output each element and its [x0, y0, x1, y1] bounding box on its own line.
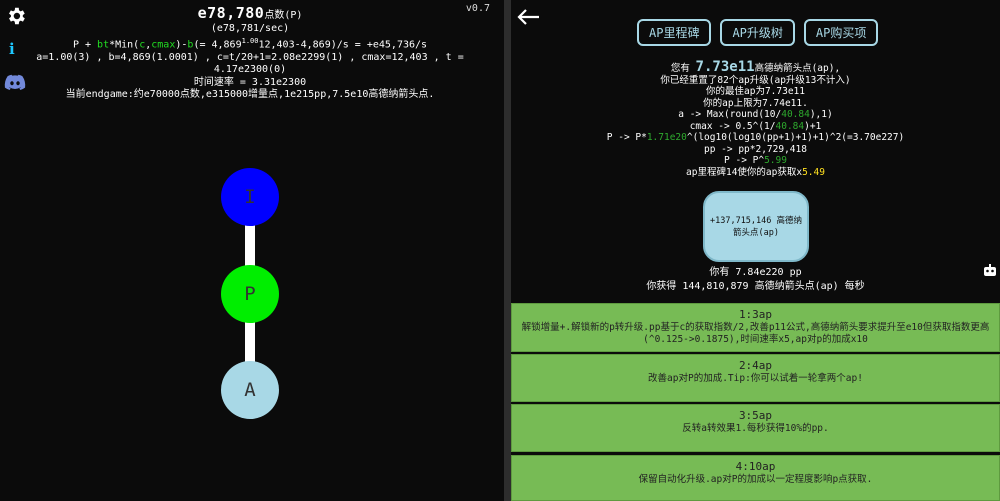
ap-amount-line: 您有 7.73e11高德纳箭头点(ap),	[670, 59, 841, 75]
points-rate: (e78,781/sec)	[210, 22, 290, 34]
ap-summary: 你有 7.84e220 pp 你获得 144,810,879 高德纳箭头点(ap…	[511, 266, 1000, 294]
robot-icon[interactable]	[982, 263, 998, 279]
tab-ap-milestones[interactable]: AP里程碑	[637, 19, 712, 46]
milestone-desc: 解锁增量+.解锁新的p转升级.pp基于c的获取指数/2,改善p11公式,高德纳箭…	[521, 321, 990, 346]
tab-ap-upgrade-tree[interactable]: AP升级树	[720, 19, 795, 46]
node-i[interactable]: I	[221, 168, 279, 226]
prestige-button[interactable]: +137,715,146 高德纳箭头点(ap)	[703, 191, 809, 262]
milestone-desc: 保留自动化升级.ap对P的加成以一定程度影响p点获取.	[638, 473, 873, 485]
stats-block: e78,780点数(P) (e78,781/sec) P + bt*Min(c,…	[30, 4, 470, 102]
milestone-1: 1:3ap 解锁增量+.解锁新的p转升级.pp基于c的获取指数/2,改善p11公…	[511, 303, 1000, 352]
reset-line: 你已经重置了82个ap升级(ap升级13不计入)	[660, 74, 851, 86]
ap-per-second: 你获得 144,810,879 高德纳箭头点(ap) 每秒	[646, 281, 865, 292]
milestone-desc: 反转a转效果1.每秒获得10%的pp.	[682, 422, 829, 434]
formula-a: a -> Max(round(10/40.84),1)	[678, 109, 833, 120]
milestone-3: 3:5ap 反转a转效果1.每秒获得10%的pp.	[511, 404, 1000, 452]
time-rate: 时间速率 = 3.31e2300	[193, 76, 307, 88]
gear-icon[interactable]	[5, 5, 27, 27]
milestone-2: 2:4ap 改善ap对P的加成.Tip:你可以试着一轮拿两个ap!	[511, 354, 1000, 402]
pp-have: 你有 7.84e220 pp	[709, 267, 802, 278]
discord-icon[interactable]	[4, 72, 26, 94]
milestone-4: 4:10ap 保留自动化升级.ap对P的加成以一定程度影响p点获取.	[511, 455, 1000, 501]
info-icon[interactable]: i	[9, 40, 15, 58]
vars-line: a=1.00(3) , b=4,869(1.0001) , c=t/20+1=2…	[36, 51, 464, 76]
tab-bar: AP里程碑 AP升级树 AP购买项	[637, 19, 879, 46]
right-panel: AP里程碑 AP升级树 AP购买项 您有 7.73e11高德纳箭头点(ap), …	[511, 0, 1000, 501]
formula-line: P + bt*Min(c,cmax)-b(= 4,8691.0012,403-4…	[72, 37, 428, 51]
milestone-title: 4:10ap	[735, 460, 776, 473]
milestone-title: 3:5ap	[738, 409, 773, 422]
milestone-desc: 改善ap对P的加成.Tip:你可以试着一轮拿两个ap!	[648, 372, 863, 384]
formula-p-power: P -> P^5.99	[724, 155, 787, 166]
ap-info: 您有 7.73e11高德纳箭头点(ap), 你已经重置了82个ap升级(ap升级…	[511, 59, 1000, 178]
best-line: 你的最佳ap为7.73e11	[706, 86, 805, 97]
back-arrow-icon[interactable]	[515, 7, 541, 27]
points-value: e78,780	[197, 4, 265, 22]
milestone-multiplier: ap里程碑14使你的ap获取x5.49	[686, 166, 825, 178]
milestone-title: 1:3ap	[738, 308, 773, 321]
node-a[interactable]: A	[221, 361, 279, 419]
node-p[interactable]: P	[221, 265, 279, 323]
tab-ap-buyables[interactable]: AP购买项	[803, 19, 879, 46]
cap-line: 你的ap上限为7.74e11.	[703, 97, 808, 109]
milestone-title: 2:4ap	[738, 359, 773, 372]
formula-p: P -> P*1.71e20^(log10(log10(pp+1)+1)+1)^…	[606, 132, 905, 143]
points-unit: 点数(P)	[264, 10, 303, 21]
formula-cmax: cmax -> 0.5^(1/40.84)+1	[689, 120, 822, 132]
formula-pp: pp -> pp*2,729,418	[704, 143, 807, 155]
endgame-line: 当前endgame:约e70000点数,e315000增量点,1e215pp,7…	[65, 89, 435, 101]
left-panel: i v0.7 e78,780点数(P) (e78,781/sec) P + bt…	[0, 0, 504, 501]
panel-divider[interactable]	[504, 0, 511, 501]
